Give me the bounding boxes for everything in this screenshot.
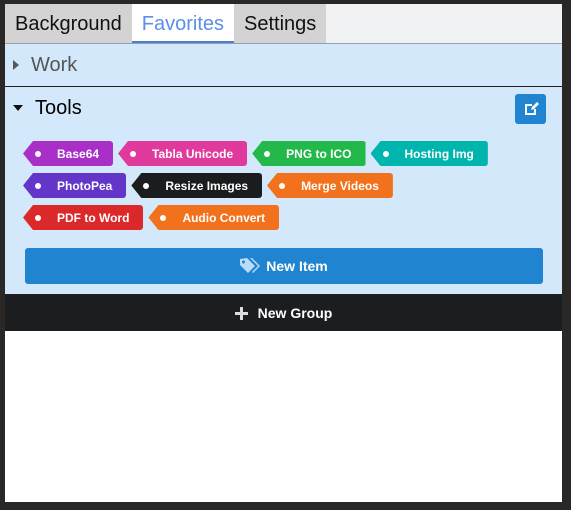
group-work-header[interactable]: Work: [5, 44, 562, 86]
dot-icon: [35, 182, 41, 189]
new-item-button[interactable]: New Item: [25, 248, 543, 284]
dot-icon: [143, 182, 150, 189]
tag-item[interactable]: Base64: [23, 141, 114, 166]
tag-label: Audio Convert: [182, 210, 266, 225]
dot-icon: [264, 150, 271, 157]
tag-label: Tabla Unicode: [152, 146, 234, 161]
group-tools-header[interactable]: Tools: [5, 87, 562, 129]
tag-label: PDF to Word: [57, 210, 130, 225]
tab-bar: Background Favorites Settings: [5, 4, 562, 44]
dot-icon: [35, 214, 41, 221]
dot-icon: [35, 150, 41, 157]
tag-label: Hosting Img: [404, 146, 474, 161]
caret-right-icon: [13, 60, 19, 70]
group-title: Work: [31, 53, 78, 76]
new-item-label: New Item: [266, 258, 328, 274]
group-work: Work: [5, 44, 562, 87]
new-group-button[interactable]: New Group: [5, 295, 562, 331]
edit-button[interactable]: [515, 94, 546, 124]
tab-favorites[interactable]: Favorites: [131, 4, 234, 43]
dot-icon: [130, 150, 137, 157]
edit-icon: [524, 102, 539, 115]
caret-down-icon: [13, 105, 23, 111]
tag-label: PNG to ICO: [286, 146, 352, 161]
tag-label: PhotoPea: [57, 178, 113, 193]
plus-icon: [234, 306, 248, 320]
dot-icon: [160, 214, 167, 221]
tag-item[interactable]: PDF to Word: [23, 205, 144, 230]
tags-icon: [240, 258, 261, 273]
tab-settings[interactable]: Settings: [234, 4, 327, 43]
tag-label: Merge Videos: [301, 178, 379, 193]
group-tools: Tools Base64 Tabla Unicode PNG to ICO Hosti…: [5, 87, 562, 295]
tag-item[interactable]: PNG to ICO: [252, 141, 366, 166]
tag-item[interactable]: Merge Videos: [267, 173, 393, 198]
tag-item[interactable]: Resize Images: [131, 173, 263, 198]
tag-item[interactable]: Audio Convert: [148, 205, 280, 230]
new-group-label: New Group: [257, 305, 333, 321]
dot-icon: [279, 182, 286, 189]
tag-label: Base64: [57, 146, 100, 161]
tag-item[interactable]: Hosting Img: [370, 141, 488, 166]
group-title: Tools: [35, 96, 82, 119]
tag-list: Base64 Tabla Unicode PNG to ICO Hosting Img…: [5, 129, 525, 230]
tag-label: Resize Images: [165, 178, 249, 193]
tab-background[interactable]: Background: [5, 4, 132, 43]
tag-item[interactable]: PhotoPea: [23, 173, 127, 198]
popup-panel: Background Favorites Settings Work Tools…: [5, 4, 562, 502]
tag-item[interactable]: Tabla Unicode: [118, 141, 248, 166]
dot-icon: [382, 150, 389, 157]
